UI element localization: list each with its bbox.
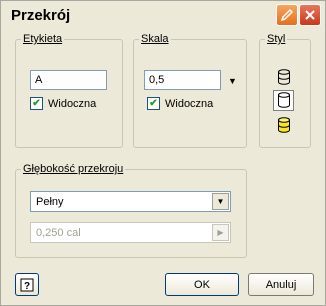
styl-legend: Styl [267, 33, 286, 45]
skala-legend: Skala [141, 33, 169, 45]
depth-type-value: Pełny [36, 196, 64, 208]
skala-input[interactable] [144, 70, 221, 90]
cylinder-outline-icon [277, 69, 290, 85]
etykieta-visible-checkbox[interactable]: ✔ Widoczna [30, 97, 96, 110]
cylinder-pressed-icon [277, 92, 290, 108]
close-icon [305, 10, 315, 20]
help-button[interactable]: ? [15, 273, 39, 296]
ok-button[interactable]: OK [165, 273, 239, 296]
pencil-icon [280, 8, 294, 22]
cancel-button[interactable]: Anuluj [248, 273, 314, 296]
style-button-1[interactable] [273, 67, 294, 88]
etykieta-legend: Etykieta [23, 33, 63, 45]
etykieta-input[interactable] [30, 70, 107, 90]
title-bar: Przekrój [1, 1, 325, 29]
close-button[interactable] [299, 4, 321, 26]
dropdown-arrow-icon[interactable]: ▼ [212, 193, 229, 210]
help-title-button[interactable] [276, 4, 298, 26]
checkbox-box[interactable]: ✔ [147, 97, 160, 110]
style-button-3[interactable] [273, 115, 294, 136]
glebokosc-legend: Głębokość przekroju [23, 163, 124, 175]
skala-visible-label: Widoczna [165, 97, 214, 110]
skala-group: Skala [133, 33, 247, 148]
skala-visible-checkbox[interactable]: ✔ Widoczna [147, 97, 213, 110]
skala-dropdown-arrow-icon[interactable]: ▼ [228, 76, 237, 86]
etykieta-visible-label: Widoczna [48, 97, 97, 110]
help-icon: ? [20, 278, 34, 292]
style-button-2[interactable] [273, 90, 294, 111]
depth-value-field: 0,250 cal ▶ [30, 222, 231, 243]
cylinder-yellow-icon [277, 117, 290, 133]
dialog-window: Przekrój Etykieta ✔ Widoczna Skala ▼ ✔ W… [0, 0, 326, 306]
depth-value: 0,250 cal [36, 227, 81, 239]
window-title: Przekrój [11, 7, 71, 24]
chevron-right-icon: ▶ [212, 224, 229, 241]
etykieta-group: Etykieta [15, 33, 123, 148]
checkbox-box[interactable]: ✔ [30, 97, 43, 110]
svg-text:?: ? [24, 281, 30, 292]
depth-type-dropdown[interactable]: Pełny ▼ [30, 191, 231, 212]
